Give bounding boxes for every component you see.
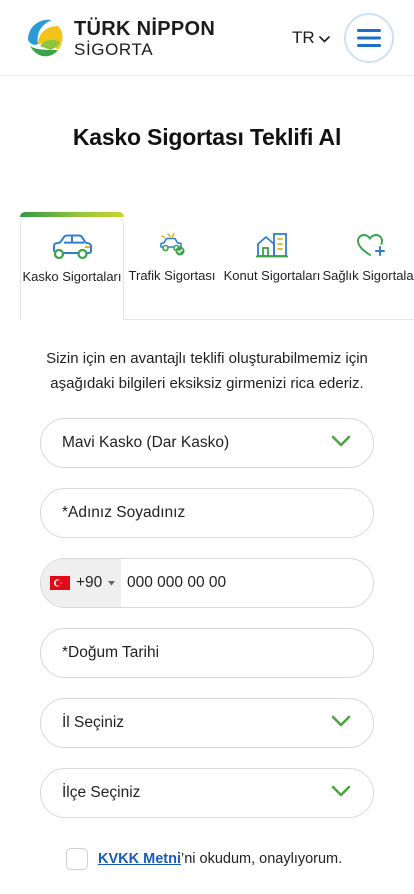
hamburger-icon bbox=[357, 29, 381, 47]
tab-konut[interactable]: Konut Sigortaları bbox=[220, 212, 324, 320]
country-code-selector[interactable]: +90 bbox=[41, 559, 121, 607]
tab-kasko[interactable]: Kasko Sigortaları bbox=[20, 212, 124, 320]
logo-text-line2: SİGORTA bbox=[74, 40, 154, 59]
brand-logo[interactable]: TÜRK NİPPON SİGORTA bbox=[24, 16, 215, 60]
tab-label-kasko: Kasko Sigortaları bbox=[22, 269, 122, 284]
chevron-down-icon bbox=[331, 435, 351, 447]
kvkk-suffix: ’ni okudum, onaylıyorum. bbox=[180, 851, 343, 867]
district-select[interactable]: İlçe Seçiniz bbox=[40, 768, 374, 818]
name-field[interactable] bbox=[40, 488, 374, 538]
logo-text-line1: TÜRK NİPPON bbox=[74, 18, 216, 40]
tab-label-konut: Konut Sigortaları bbox=[223, 268, 321, 283]
page-title: Kasko Sigortası Teklifi Al bbox=[72, 124, 342, 150]
tab-label-saglik: Sağlık Sigortaları bbox=[322, 268, 414, 283]
turkey-flag-icon bbox=[50, 576, 70, 590]
language-label: TR bbox=[292, 28, 315, 47]
active-tab-indicator bbox=[20, 212, 124, 217]
chevron-down-icon bbox=[331, 785, 351, 797]
header: TÜRK NİPPON SİGORTA TR bbox=[0, 0, 414, 76]
product-select[interactable]: Mavi Kasko (Dar Kasko) bbox=[40, 418, 374, 468]
kvkk-link[interactable]: KVKK Metni bbox=[98, 851, 181, 867]
kvkk-consent: KVKK Metni’ni okudum, onaylıyorum. bbox=[66, 848, 342, 870]
name-input[interactable] bbox=[62, 504, 373, 522]
tab-saglik[interactable]: Sağlık Sigortaları bbox=[320, 212, 414, 320]
chevron-down-icon bbox=[331, 715, 351, 727]
intro-text: Sizin için en avantajlı teklifi oluştura… bbox=[46, 350, 368, 392]
car-crash-icon bbox=[160, 232, 185, 256]
kvkk-text: KVKK Metni’ni okudum, onaylıyorum. bbox=[98, 851, 342, 867]
chevron-down-icon bbox=[318, 35, 330, 43]
heart-plus-icon bbox=[357, 234, 385, 256]
province-select[interactable]: İl Seçiniz bbox=[40, 698, 374, 748]
car-icon bbox=[53, 234, 92, 260]
buildings-icon bbox=[256, 233, 288, 258]
province-select-value: İl Seçiniz bbox=[62, 714, 125, 731]
phone-input[interactable] bbox=[121, 574, 373, 592]
caret-down-icon bbox=[108, 580, 116, 585]
language-selector[interactable]: TR bbox=[292, 28, 330, 48]
product-select-value: Mavi Kasko (Dar Kasko) bbox=[62, 434, 230, 451]
tab-trafik[interactable]: Trafik Sigortası bbox=[120, 212, 224, 320]
insurance-type-tabs: Kasko Sigortaları Trafik Sigortası Konut… bbox=[20, 212, 414, 320]
phone-field[interactable]: +90 bbox=[40, 558, 374, 608]
hamburger-menu-button[interactable] bbox=[344, 13, 394, 63]
country-code: +90 bbox=[76, 574, 103, 591]
logo-mark-icon bbox=[25, 17, 67, 59]
tab-label-trafik: Trafik Sigortası bbox=[128, 268, 216, 283]
birthdate-input[interactable] bbox=[62, 644, 373, 662]
kvkk-checkbox[interactable] bbox=[66, 848, 88, 870]
district-select-value: İlçe Seçiniz bbox=[62, 784, 141, 801]
birthdate-field[interactable] bbox=[40, 628, 374, 678]
